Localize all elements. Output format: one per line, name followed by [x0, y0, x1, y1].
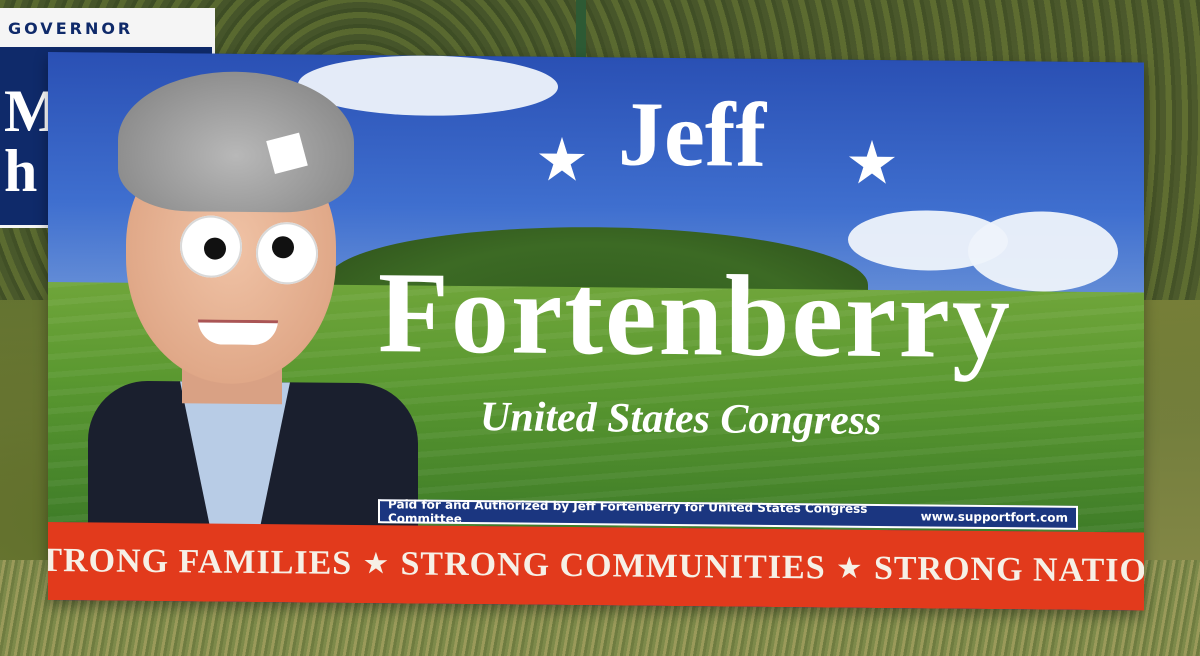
website-text: www.supportfort.com — [920, 509, 1068, 525]
candidate-last-name: Fortenberry — [378, 249, 1012, 384]
googly-eye-left-pupil — [204, 237, 226, 260]
googly-eye-right — [256, 221, 318, 285]
slogan-part-2: STRONG COMMUNITIES — [400, 545, 826, 587]
slogan-part-1: STRONG FAMILIES — [48, 541, 353, 582]
background-sign-header-text: GOVERNOR — [8, 19, 134, 38]
background-sign-header: GOVERNOR — [0, 11, 212, 47]
candidate-hair — [118, 70, 354, 213]
slogan-part-3: STRONG NATION — [873, 549, 1144, 590]
slogan-band: STRONG FAMILIES ★ STRONG COMMUNITIES ★ S… — [48, 522, 1144, 611]
star-separator-icon: ★ — [837, 553, 862, 583]
googly-eye-left — [180, 215, 242, 278]
candidate-smile — [198, 319, 278, 346]
campaign-sign: Jeff Fortenberry United States Congress … — [48, 52, 1144, 611]
office-title: United States Congress — [480, 394, 882, 445]
googly-eye-right-pupil — [272, 236, 294, 259]
photo-scene: GOVERNOR M h Jeff Fortenberry United Sta… — [0, 0, 1200, 656]
green-post — [576, 0, 586, 64]
candidate-photo — [88, 62, 418, 544]
star-separator-icon: ★ — [364, 549, 389, 579]
candidate-first-name: Jeff — [618, 82, 767, 186]
